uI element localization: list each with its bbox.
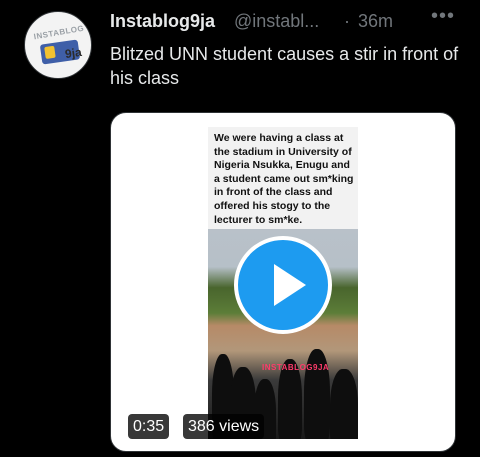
avatar-logo-top: INSTABLOG bbox=[33, 23, 85, 42]
video-views-badge: 386 views bbox=[183, 414, 265, 439]
video-duration-badge: 0:35 bbox=[128, 414, 170, 439]
play-icon bbox=[274, 264, 306, 306]
tweet-header: Instablog9ja @instabl... · 36m ••• bbox=[110, 5, 460, 33]
video-caption: We were having a class at the stadium in… bbox=[214, 132, 354, 226]
video-watermark: INSTABLOG9JA bbox=[262, 363, 330, 372]
avatar-logo-text: 9ja bbox=[64, 44, 83, 62]
video-caption-box: We were having a class at the stadium in… bbox=[208, 127, 358, 229]
tweet-text: Blitzed UNN student causes a stir in fro… bbox=[110, 44, 459, 88]
author-avatar[interactable]: INSTABLOG 9ja bbox=[24, 11, 92, 79]
author-name[interactable]: Instablog9ja bbox=[110, 11, 215, 32]
play-button[interactable] bbox=[234, 236, 332, 334]
more-options-icon[interactable]: ••• bbox=[431, 5, 455, 28]
author-handle[interactable]: @instabl... bbox=[234, 11, 319, 32]
separator-dot: · bbox=[344, 11, 350, 31]
tweet-timestamp[interactable]: 36m bbox=[358, 11, 393, 32]
video-player[interactable]: We were having a class at the stadium in… bbox=[110, 112, 456, 452]
